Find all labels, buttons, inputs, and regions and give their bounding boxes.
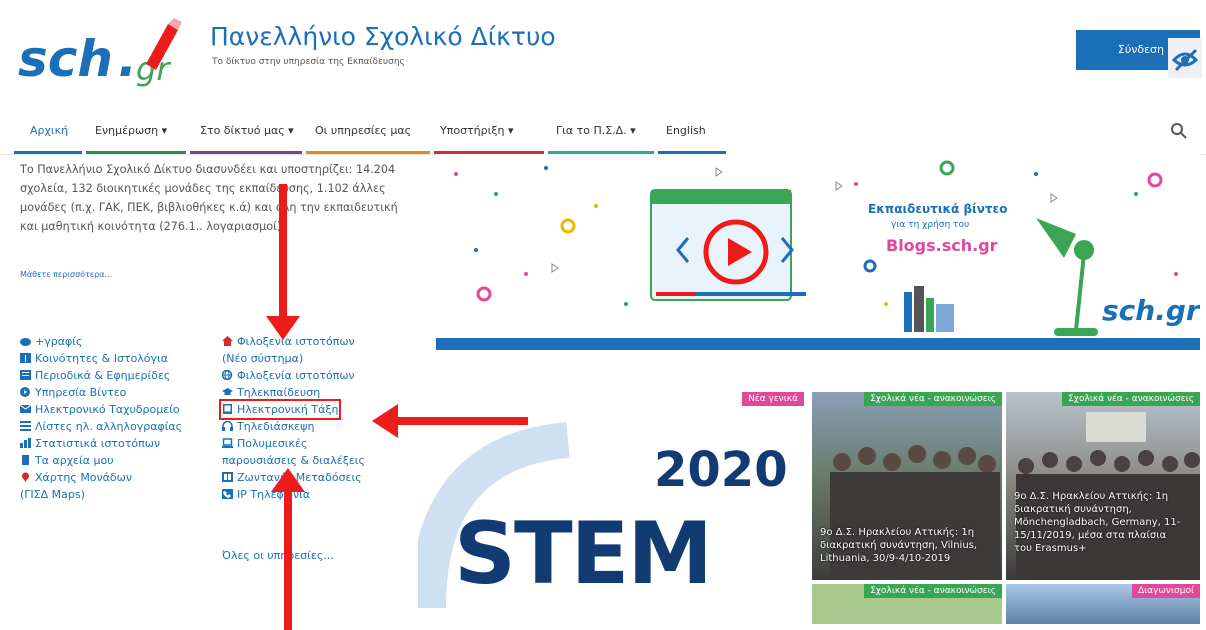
all-services-link[interactable]: Όλες οι υπηρεσίες... — [222, 548, 334, 563]
banner-logo: sch.gr — [1102, 294, 1200, 327]
news-category-badge[interactable]: Σχολικά νέα - ανακοινώσεις — [864, 584, 1002, 598]
svg-text:.: . — [118, 30, 137, 88]
intro-text: Το Πανελλήνιο Σχολικό Δίκτυο διασυνδέει … — [20, 163, 398, 233]
newspaper-icon — [20, 369, 31, 380]
headphones-icon — [222, 420, 233, 431]
stem-year: 2020 — [654, 442, 788, 498]
banner-subtitle: για τη χρήση του — [891, 220, 970, 230]
accessibility-icon[interactable] — [1168, 38, 1202, 78]
service-hosting-new-sub[interactable]: (Νέο σύστημα) — [222, 351, 303, 366]
service-video[interactable]: Υπηρεσία Βίντεο — [20, 385, 126, 400]
service-elearning[interactable]: Τηλεκπαίδευση — [222, 385, 320, 400]
laptop-icon — [222, 437, 233, 448]
video-player-illustration — [650, 189, 806, 301]
site-subtitle: Το δίκτυο στην υπηρεσία της Εκπαίδευσης — [212, 57, 405, 67]
envelope-icon — [19, 403, 32, 413]
service-grafis[interactable]: +γραφίς — [20, 334, 82, 349]
globe-icon — [221, 369, 233, 381]
news-tile-partial[interactable]: Διαγωνισμοί — [1006, 584, 1200, 624]
service-units-map[interactable]: Χάρτης Μονάδων — [20, 470, 132, 485]
nav-home[interactable]: Αρχική — [30, 124, 68, 137]
news-tile-partial[interactable]: Σχολικά νέα - ανακοινώσεις — [812, 584, 1002, 624]
nav-news[interactable]: Ενημέρωση ▾ — [95, 124, 167, 137]
nav-services[interactable]: Οι υπηρεσίες μας — [315, 124, 411, 137]
news-category-badge[interactable]: Διαγωνισμοί — [1131, 584, 1200, 598]
nav-support[interactable]: Υποστήριξη ▾ — [440, 124, 513, 137]
home-icon — [222, 335, 233, 346]
service-multimedia[interactable]: Πολυμεσικές — [222, 436, 307, 451]
cloud-icon — [20, 335, 31, 346]
service-hosting[interactable]: Φιλοξενία ιστοτόπων — [221, 368, 355, 383]
nav-underline — [306, 151, 430, 154]
service-my-files[interactable]: Τα αρχεία μου — [20, 453, 114, 468]
bar-chart-icon — [20, 437, 31, 448]
tablet-icon — [222, 403, 233, 414]
site-header: sch . gr Πανελλήνιο Σχολικό Δίκτυο Το δί… — [0, 0, 1206, 108]
learn-more-link[interactable]: Μάθετε περισσότερα... — [20, 270, 112, 279]
search-icon[interactable] — [1170, 122, 1188, 140]
nav-our-network[interactable]: Στο δίκτυό μας ▾ — [200, 124, 294, 137]
banner-title: Εκπαιδευτικά βίντεο — [868, 202, 1008, 216]
columns-icon — [20, 352, 31, 363]
banner-divider — [436, 338, 1200, 350]
service-multimedia-sub[interactable]: παρουσιάσεις & διαλέξεις — [222, 453, 365, 468]
service-units-map-sub[interactable]: (ΓΙΣΔ Maps) — [20, 487, 85, 502]
main-nav: Αρχική Ενημέρωση ▾ Στο δίκτυό μας ▾ Οι υ… — [0, 108, 1206, 155]
banner-site: Blogs.sch.gr — [886, 236, 998, 255]
news-category-badge[interactable]: Νέα γενικά — [742, 392, 804, 406]
sch-logo[interactable]: sch . gr — [18, 18, 198, 88]
file-icon — [20, 454, 31, 465]
nav-english[interactable]: English — [666, 124, 706, 137]
news-category-badge[interactable]: Σχολικά νέα - ανακοινώσεις — [864, 392, 1002, 406]
list-icon — [20, 420, 31, 431]
broadcast-icon — [222, 471, 233, 482]
service-email[interactable]: Ηλεκτρονικό Ταχυδρομείο — [19, 402, 180, 417]
video-banner[interactable]: Εκπαιδευτικά βίντεο για τη χρήση του Blo… — [436, 154, 1200, 350]
nav-underline — [86, 151, 186, 154]
site-title: Πανελλήνιο Σχολικό Δίκτυο — [210, 22, 556, 51]
svg-text:sch: sch — [18, 30, 113, 88]
service-communities[interactable]: Κοινότητες & Ιστολόγια — [20, 351, 168, 366]
graduation-cap-icon — [222, 386, 233, 396]
news-caption: 9ο Δ.Σ. Ηρακλείου Αττικής: 1η διακρατική… — [820, 527, 978, 564]
news-tile-vilnius[interactable]: Σχολικά νέα - ανακοινώσεις 9ο Δ.Σ. Ηρακλ… — [812, 392, 1002, 580]
news-caption: 9ο Δ.Σ. Ηρακλείου Αττικής: 1η διακρατική… — [1014, 491, 1181, 554]
service-magazines[interactable]: Περιοδικά & Εφημερίδες — [20, 368, 170, 383]
service-eclass[interactable]: Ηλεκτρονική Τάξη — [218, 399, 342, 420]
service-mailing-lists[interactable]: Λίστες ηλ. αλληλογραφίας — [20, 419, 182, 434]
service-teleconference[interactable]: Τηλεδιάσκεψη — [222, 419, 314, 434]
service-statistics[interactable]: Στατιστικά ιστοτόπων — [20, 436, 160, 451]
nav-underline — [190, 151, 302, 154]
nav-underline — [14, 151, 82, 154]
news-tile-monchengladbach[interactable]: Σχολικά νέα - ανακοινώσεις 9ο Δ.Σ. Ηρακλ… — [1006, 392, 1200, 580]
nav-about[interactable]: Για το Π.Σ.Δ. ▾ — [556, 124, 636, 137]
news-category-badge[interactable]: Σχολικά νέα - ανακοινώσεις — [1062, 392, 1200, 406]
map-pin-icon — [20, 471, 31, 482]
stem-title: STEM — [454, 504, 713, 604]
phone-icon — [222, 488, 233, 499]
play-circle-icon — [20, 386, 31, 397]
